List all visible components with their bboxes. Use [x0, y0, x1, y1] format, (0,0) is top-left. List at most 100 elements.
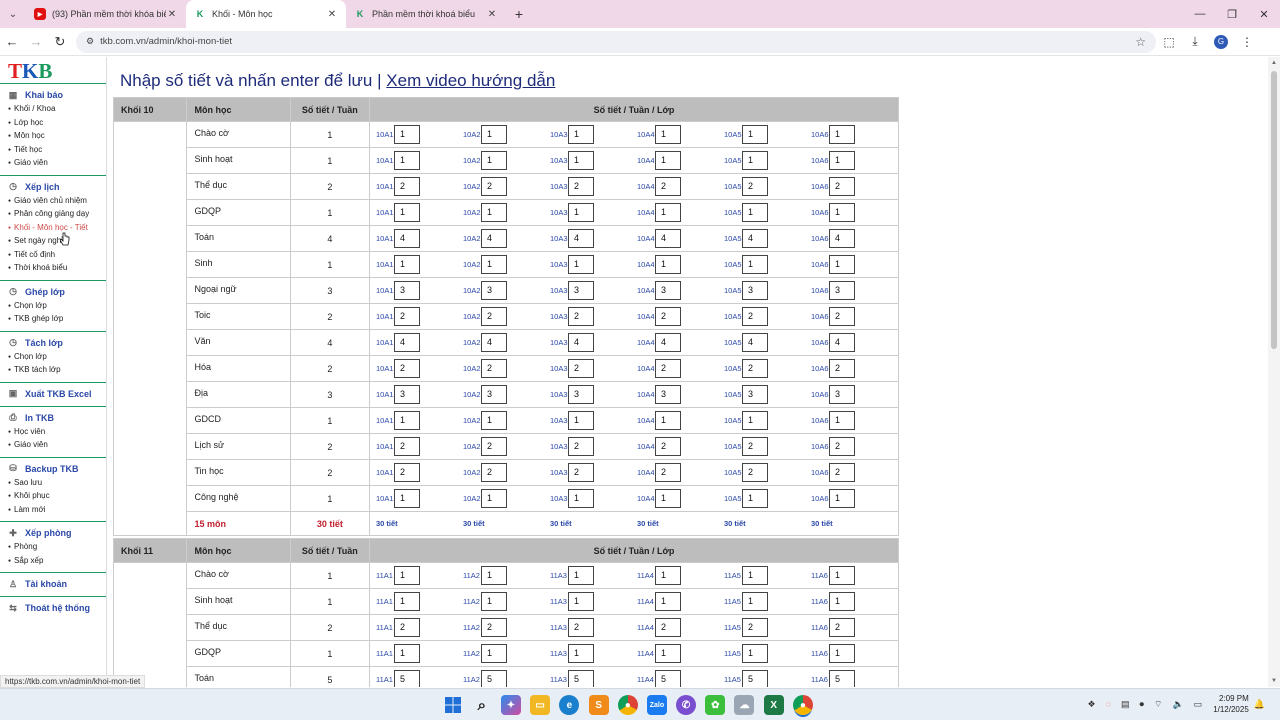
- period-input[interactable]: 2: [655, 359, 681, 378]
- excel-icon[interactable]: X: [763, 695, 784, 715]
- tab-youtube[interactable]: ▶ (93) Phần mềm thời khóa biểu ✕: [26, 0, 186, 28]
- period-input[interactable]: 1: [655, 644, 681, 663]
- period-input[interactable]: 4: [742, 333, 768, 352]
- edge-icon[interactable]: e: [559, 695, 580, 715]
- period-input[interactable]: 2: [655, 463, 681, 482]
- period-input[interactable]: 1: [742, 489, 768, 508]
- period-input[interactable]: 4: [829, 333, 855, 352]
- period-input[interactable]: 5: [481, 670, 507, 687]
- period-input[interactable]: 4: [742, 229, 768, 248]
- dropbox-icon[interactable]: ❖: [1088, 699, 1096, 710]
- period-input[interactable]: 3: [655, 281, 681, 300]
- period-input[interactable]: 4: [568, 333, 594, 352]
- sidebar-item[interactable]: Set ngày nghỉ: [0, 234, 106, 248]
- viber-icon[interactable]: ✆: [676, 695, 697, 715]
- sidebar-item[interactable]: Khối / Khoa: [0, 102, 106, 116]
- period-input[interactable]: 1: [394, 644, 420, 663]
- sidebar-item[interactable]: Chọn lớp: [0, 350, 106, 364]
- sidebar-item[interactable]: Thời khoá biểu: [0, 261, 106, 275]
- period-input[interactable]: 1: [481, 592, 507, 611]
- period-input[interactable]: 5: [394, 670, 420, 687]
- sidebar-section-header[interactable]: ◷ Xếp lịch: [0, 180, 106, 194]
- period-input[interactable]: 2: [394, 307, 420, 326]
- period-input[interactable]: 3: [481, 281, 507, 300]
- download-icon[interactable]: ⤓: [1182, 30, 1208, 54]
- sidebar-section-header[interactable]: ◷ Tách lớp: [0, 336, 106, 350]
- period-input[interactable]: 2: [742, 359, 768, 378]
- period-input[interactable]: 1: [655, 255, 681, 274]
- period-input[interactable]: 3: [481, 385, 507, 404]
- period-input[interactable]: 2: [394, 177, 420, 196]
- period-input[interactable]: 1: [394, 411, 420, 430]
- sidebar-item[interactable]: TKB tách lớp: [0, 363, 106, 377]
- reload-icon[interactable]: ↻: [48, 30, 72, 54]
- period-input[interactable]: 5: [742, 670, 768, 687]
- period-input[interactable]: 3: [829, 281, 855, 300]
- period-input[interactable]: 2: [829, 437, 855, 456]
- period-input[interactable]: 1: [742, 592, 768, 611]
- notepad-icon[interactable]: ▤: [1121, 699, 1130, 710]
- period-input[interactable]: 5: [655, 670, 681, 687]
- forward-arrow-icon[interactable]: →: [24, 30, 48, 54]
- bookmark-star-icon[interactable]: ☆: [1135, 35, 1146, 49]
- period-input[interactable]: 2: [568, 177, 594, 196]
- period-input[interactable]: 1: [394, 592, 420, 611]
- sidebar-item[interactable]: Khôi phục: [0, 489, 106, 503]
- sidebar-section-header[interactable]: ◷ Ghép lớp: [0, 285, 106, 299]
- tab-khoi-mon-hoc[interactable]: K Khối - Môn học ✕: [186, 0, 346, 28]
- new-tab-button[interactable]: +: [506, 0, 532, 28]
- period-input[interactable]: 3: [742, 281, 768, 300]
- period-input[interactable]: 2: [481, 437, 507, 456]
- period-input[interactable]: 1: [829, 151, 855, 170]
- tab-phan-mem-tkb[interactable]: K Phần mềm thời khoá biểu ✕: [346, 0, 506, 28]
- period-input[interactable]: 1: [742, 255, 768, 274]
- period-input[interactable]: 1: [742, 151, 768, 170]
- search-icon[interactable]: ⌕: [472, 695, 492, 715]
- tab-search-chevron-icon[interactable]: ⌄: [0, 0, 26, 28]
- sidebar-section-header[interactable]: ⛁ Backup TKB: [0, 462, 106, 476]
- period-input[interactable]: 1: [568, 489, 594, 508]
- period-input[interactable]: 2: [829, 618, 855, 637]
- sidebar-item[interactable]: Làm mới: [0, 503, 106, 517]
- period-input[interactable]: 1: [829, 203, 855, 222]
- period-input[interactable]: 1: [394, 125, 420, 144]
- period-input[interactable]: 1: [829, 566, 855, 585]
- period-input[interactable]: 2: [742, 177, 768, 196]
- period-input[interactable]: 1: [742, 203, 768, 222]
- period-input[interactable]: 1: [394, 489, 420, 508]
- period-input[interactable]: 1: [481, 489, 507, 508]
- period-input[interactable]: 5: [568, 670, 594, 687]
- period-input[interactable]: 1: [394, 203, 420, 222]
- sidebar-item[interactable]: Tiết cố định: [0, 248, 106, 262]
- period-input[interactable]: 1: [829, 411, 855, 430]
- chrome-icon[interactable]: ●: [617, 695, 638, 715]
- sidebar-item[interactable]: Sao lưu: [0, 476, 106, 490]
- scrollbar-thumb[interactable]: [1271, 71, 1277, 349]
- period-input[interactable]: 1: [829, 489, 855, 508]
- period-input[interactable]: 4: [481, 333, 507, 352]
- period-input[interactable]: 1: [742, 644, 768, 663]
- clock[interactable]: 2:09 PM 1/12/2025: [1213, 693, 1249, 715]
- period-input[interactable]: 1: [568, 566, 594, 585]
- period-input[interactable]: 2: [742, 307, 768, 326]
- period-input[interactable]: 1: [655, 411, 681, 430]
- period-input[interactable]: 1: [742, 125, 768, 144]
- period-input[interactable]: 1: [481, 151, 507, 170]
- sidebar-item[interactable]: Lớp học: [0, 116, 106, 130]
- menu-kebab-icon[interactable]: ⋮: [1234, 30, 1260, 54]
- notification-bell-icon[interactable]: 🔔: [1254, 699, 1265, 710]
- period-input[interactable]: 1: [568, 411, 594, 430]
- sidebar-item[interactable]: TKB ghép lớp: [0, 312, 106, 326]
- antivirus-icon[interactable]: ◌: [1106, 699, 1111, 709]
- period-input[interactable]: 1: [481, 566, 507, 585]
- microphone-icon[interactable]: ⏺: [1139, 699, 1144, 710]
- period-input[interactable]: 4: [655, 333, 681, 352]
- minimize-icon[interactable]: —: [1184, 0, 1216, 28]
- zalo-icon[interactable]: Zalo: [646, 695, 667, 715]
- sidebar-section-header[interactable]: ✚ Xếp phòng: [0, 526, 106, 540]
- wifi-icon[interactable]: ⌔: [1154, 699, 1162, 710]
- period-input[interactable]: 4: [481, 229, 507, 248]
- period-input[interactable]: 3: [655, 385, 681, 404]
- period-input[interactable]: 1: [394, 255, 420, 274]
- period-input[interactable]: 1: [829, 592, 855, 611]
